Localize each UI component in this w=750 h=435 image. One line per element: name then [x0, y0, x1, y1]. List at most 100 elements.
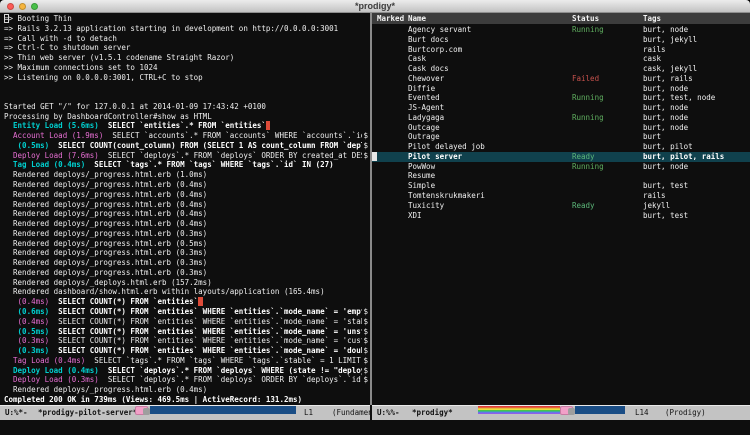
service-status: Running — [572, 113, 604, 123]
service-status: Running — [572, 162, 604, 172]
log-line: Account Load (1.9ms) SELECT `accounts`.*… — [4, 131, 368, 141]
emacs-window: *prodigy* => Booting Thin=> Rails 3.2.13… — [0, 0, 750, 435]
service-tags: cask — [643, 54, 661, 64]
service-row[interactable]: JS-Agent burt, node — [372, 103, 750, 113]
header-status: Status — [572, 13, 599, 24]
service-tags: burt, test — [643, 181, 688, 191]
service-name: XDI — [408, 211, 422, 221]
header-tags: Tags — [643, 13, 661, 24]
log-line: Deploy Load (7.6ms) SELECT `deploys`.* F… — [4, 151, 368, 161]
service-name: Simple — [408, 181, 435, 191]
log-line: (0.4ms) SELECT COUNT(*) FROM `entities` … — [4, 317, 368, 327]
modeline-right: U:%%- *prodigy* L14 (Prodigy) — [372, 405, 750, 420]
service-row[interactable]: Tomtenskrukmakerirails — [372, 191, 750, 201]
service-name: Agency servant — [408, 25, 471, 35]
log-line: Rendered deploys/_progress.html.erb (0.3… — [4, 229, 368, 239]
service-name: Pilot server — [408, 152, 462, 162]
log-line: Entity Load (5.6ms) SELECT `entities`.* … — [4, 121, 368, 131]
log-line — [4, 92, 368, 102]
nyan-progress-bar — [150, 406, 296, 414]
modeline-flags: U:%*- — [5, 406, 28, 420]
service-row[interactable]: EventedRunningburt, test, node — [372, 93, 750, 103]
service-row[interactable]: ChewoverFailedburt, rails — [372, 74, 750, 84]
service-row[interactable]: Pilot server Ready burt, pilot, rails — [372, 152, 750, 162]
log-line: Rendered deploys/_progress.html.erb (0.5… — [4, 239, 368, 249]
service-row[interactable]: Diffieburt, node — [372, 84, 750, 94]
service-name: Tomtenskrukmakeri — [408, 191, 485, 201]
log-line: => Rails 3.2.13 application starting in … — [4, 24, 368, 34]
service-name: Outcage — [408, 123, 440, 133]
line-truncation-indicator: $ — [362, 356, 368, 366]
service-row[interactable]: XDI burt, test — [372, 211, 750, 221]
log-line: (0.6ms) SELECT COUNT(*) FROM `entities` … — [4, 307, 368, 317]
nyan-rainbow-icon — [478, 406, 560, 414]
trailing-whitespace-marker — [198, 297, 203, 306]
service-name: JS-Agent — [408, 103, 444, 113]
log-line: Rendered deploys/_progress.html.erb (1.0… — [4, 170, 368, 180]
service-row[interactable]: LadygagaRunningburt, node — [372, 113, 750, 123]
log-line: Rendered deploys/_progress.html.erb (0.4… — [4, 209, 368, 219]
service-name: Ladygaga — [408, 113, 444, 123]
log-line: Rendered deploys/_progress.html.erb (0.4… — [4, 180, 368, 190]
modeline-major-mode: (Fundamental) — [332, 406, 370, 420]
service-row[interactable]: Cask docscask, jekyll — [372, 64, 750, 74]
modeline-left: U:%*- *prodigy-pilot-server* L1 (Fundame… — [0, 405, 370, 420]
line-truncation-indicator: $ — [362, 366, 368, 376]
service-name: Pilot delayed job — [408, 142, 485, 152]
log-line: >> Thin web server (v1.5.1 codename Stra… — [4, 53, 368, 63]
line-truncation-indicator: $ — [362, 336, 368, 346]
service-tags: burt, pilot, rails — [643, 152, 724, 162]
service-tags: burt, test, node — [643, 93, 715, 103]
log-line: Rendered dashboard/show.html.erb within … — [4, 287, 368, 297]
service-name: Tuxicity — [408, 201, 444, 211]
line-truncation-indicator: $ — [362, 131, 368, 141]
service-row[interactable]: TuxicityReadyjekyll — [372, 201, 750, 211]
service-name: Burtcorp.com — [408, 45, 462, 55]
service-row[interactable]: Burt docs burt, jekyll — [372, 35, 750, 45]
log-line: Rendered deploys/_progress.html.erb (0.4… — [4, 190, 368, 200]
block-cursor — [372, 152, 377, 161]
service-row[interactable]: PowWowRunningburt, node — [372, 162, 750, 172]
service-tags: jekyll — [643, 201, 670, 211]
nyan-progress-bar — [575, 406, 625, 414]
service-row[interactable]: Outcageburt, node — [372, 123, 750, 133]
modeline-buffer-name: *prodigy-pilot-server* — [38, 406, 137, 420]
service-status: Failed — [572, 74, 599, 84]
service-status: Running — [572, 93, 604, 103]
log-line: Tag Load (0.4ms) SELECT `tags`.* FROM `t… — [4, 356, 368, 366]
log-line: Tag Load (0.4ms) SELECT `tags`.* FROM `t… — [4, 160, 368, 170]
service-tags: burt, jekyll — [643, 35, 697, 45]
log-line: Rendered deploys/_progress.html.erb (0.4… — [4, 219, 368, 229]
service-status: Ready — [572, 152, 595, 162]
log-line: (0.3ms) SELECT COUNT(*) FROM `entities` … — [4, 346, 368, 356]
service-row[interactable]: Burtcorp.com rails — [372, 45, 750, 55]
service-row[interactable]: Caskcask — [372, 54, 750, 64]
service-tags: burt, pilot — [643, 142, 693, 152]
line-truncation-indicator: $ — [362, 317, 368, 327]
service-row[interactable]: Agency servantRunningburt, node — [372, 25, 750, 35]
log-line: >> Listening on 0.0.0.0:3001, CTRL+C to … — [4, 73, 368, 83]
service-name: Resume — [408, 171, 435, 181]
line-truncation-indicator: $ — [362, 375, 368, 385]
service-name: Burt docs — [408, 35, 449, 45]
log-line: Processing by DashboardController#show a… — [4, 112, 368, 122]
service-tags: burt, node — [643, 84, 688, 94]
header-name: Name — [408, 13, 426, 24]
echo-area[interactable] — [0, 420, 750, 435]
service-name: Chewover — [408, 74, 444, 84]
service-tags: burt, test — [643, 211, 688, 221]
service-row[interactable]: Outrageburt — [372, 132, 750, 142]
services-list: Agency servantRunningburt, nodeBurt docs… — [372, 25, 750, 220]
service-row[interactable]: Simple burt, test — [372, 181, 750, 191]
log-line: (0.3ms) SELECT COUNT(*) FROM `entities` … — [4, 336, 368, 346]
service-row[interactable]: Pilot delayed job burt, pilot — [372, 142, 750, 152]
log-line: Started GET "/" for 127.0.0.1 at 2014-01… — [4, 102, 368, 112]
service-tags: rails — [643, 45, 666, 55]
service-row[interactable]: Resume — [372, 171, 750, 181]
service-tags: burt, node — [643, 162, 688, 172]
service-tags: burt, node — [643, 103, 688, 113]
modeline-line-number: L14 — [635, 406, 649, 420]
service-tags: burt, node — [643, 25, 688, 35]
server-log-pane: => Booting Thin=> Rails 3.2.13 applicati… — [0, 13, 370, 405]
modeline-line-number: L1 — [304, 406, 313, 420]
